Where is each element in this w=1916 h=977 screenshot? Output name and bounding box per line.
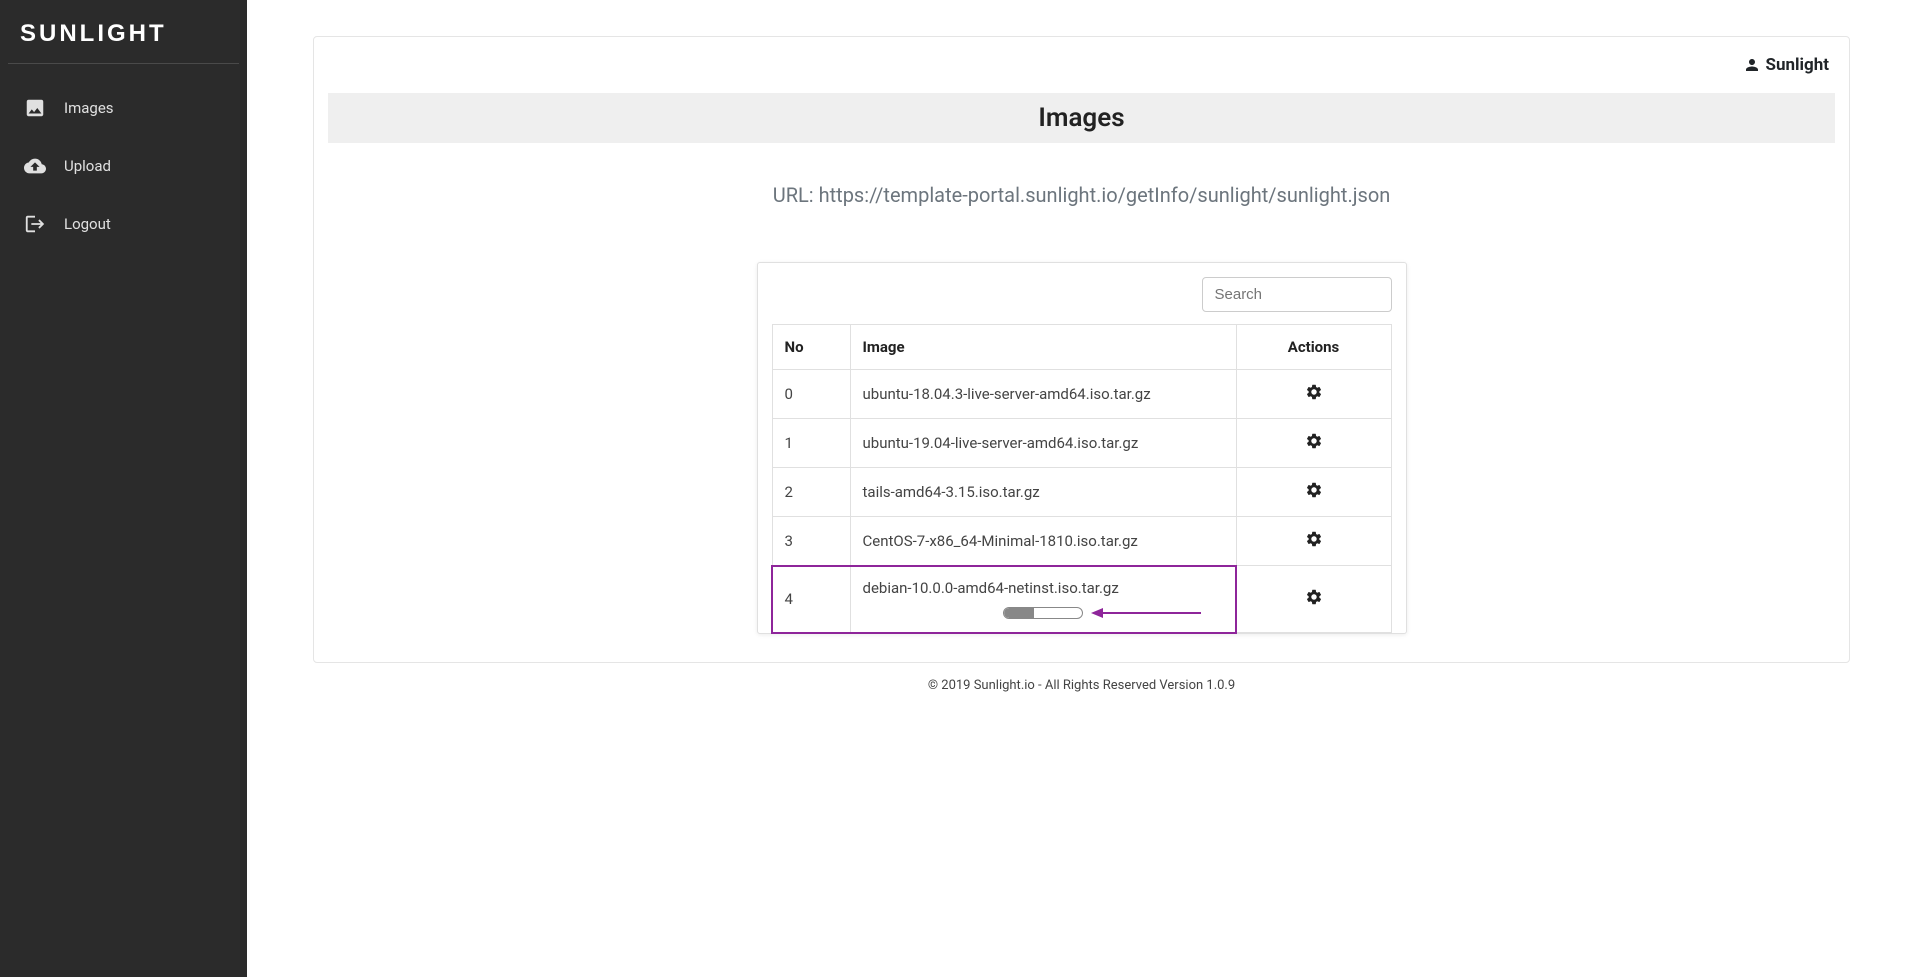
table-row: 0ubuntu-18.04.3-live-server-amd64.iso.ta… bbox=[772, 370, 1391, 419]
header-row: Sunlight bbox=[328, 51, 1835, 83]
search-row bbox=[772, 277, 1392, 312]
content-card: Sunlight Images URL: https://template-po… bbox=[313, 36, 1850, 663]
cell-no: 4 bbox=[772, 566, 850, 633]
cell-actions bbox=[1236, 566, 1391, 633]
person-icon bbox=[1743, 56, 1761, 74]
gear-icon[interactable] bbox=[1305, 383, 1323, 401]
sidebar-item-label: Images bbox=[64, 99, 114, 117]
gear-icon[interactable] bbox=[1305, 481, 1323, 499]
cell-image-name: CentOS-7-x86_64-Minimal-1810.iso.tar.gz bbox=[850, 517, 1236, 566]
images-table: No Image Actions 0ubuntu-18.04.3-live-se… bbox=[772, 324, 1392, 633]
cell-actions bbox=[1236, 517, 1391, 566]
gear-icon[interactable] bbox=[1305, 530, 1323, 548]
cloud-upload-icon bbox=[24, 155, 46, 177]
sidebar-item-upload[interactable]: Upload bbox=[0, 137, 247, 195]
user-info[interactable]: Sunlight bbox=[1743, 55, 1829, 75]
col-image: Image bbox=[850, 325, 1236, 370]
footer-text: © 2019 Sunlight.io - All Rights Reserved… bbox=[247, 663, 1916, 708]
sidebar-item-images[interactable]: Images bbox=[0, 79, 247, 137]
sidebar: SUNLIGHT Images Upload Logout bbox=[0, 0, 247, 977]
col-actions: Actions bbox=[1236, 325, 1391, 370]
page-title: Images bbox=[328, 93, 1835, 143]
sidebar-item-logout[interactable]: Logout bbox=[0, 195, 247, 253]
gear-icon[interactable] bbox=[1305, 432, 1323, 450]
cell-actions bbox=[1236, 419, 1391, 468]
brand-logo: SUNLIGHT bbox=[8, 0, 239, 64]
main-content: Sunlight Images URL: https://template-po… bbox=[247, 0, 1916, 977]
table-header-row: No Image Actions bbox=[772, 325, 1391, 370]
cell-image-name: debian-10.0.0-amd64-netinst.iso.tar.gz bbox=[850, 566, 1236, 633]
search-input[interactable] bbox=[1202, 277, 1392, 312]
logout-icon bbox=[24, 213, 46, 235]
annotation-progress-pill bbox=[1003, 607, 1083, 619]
cell-actions bbox=[1236, 370, 1391, 419]
gear-icon[interactable] bbox=[1305, 588, 1323, 606]
images-table-card: No Image Actions 0ubuntu-18.04.3-live-se… bbox=[757, 262, 1407, 634]
sidebar-item-label: Upload bbox=[64, 157, 111, 175]
sidebar-item-label: Logout bbox=[64, 215, 111, 233]
col-no: No bbox=[772, 325, 850, 370]
cell-no: 3 bbox=[772, 517, 850, 566]
cell-no: 0 bbox=[772, 370, 850, 419]
cell-image-name: ubuntu-18.04.3-live-server-amd64.iso.tar… bbox=[850, 370, 1236, 419]
cell-no: 2 bbox=[772, 468, 850, 517]
cell-image-name: ubuntu-19.04-live-server-amd64.iso.tar.g… bbox=[850, 419, 1236, 468]
username-label: Sunlight bbox=[1765, 55, 1829, 75]
image-icon bbox=[24, 97, 46, 119]
cell-actions bbox=[1236, 468, 1391, 517]
table-row: 1ubuntu-19.04-live-server-amd64.iso.tar.… bbox=[772, 419, 1391, 468]
table-row: 2tails-amd64-3.15.iso.tar.gz bbox=[772, 468, 1391, 517]
cell-image-name: tails-amd64-3.15.iso.tar.gz bbox=[850, 468, 1236, 517]
table-row: 4debian-10.0.0-amd64-netinst.iso.tar.gz bbox=[772, 566, 1391, 633]
nav-list: Images Upload Logout bbox=[0, 64, 247, 268]
table-row: 3CentOS-7-x86_64-Minimal-1810.iso.tar.gz bbox=[772, 517, 1391, 566]
url-line: URL: https://template-portal.sunlight.io… bbox=[328, 143, 1835, 262]
cell-no: 1 bbox=[772, 419, 850, 468]
